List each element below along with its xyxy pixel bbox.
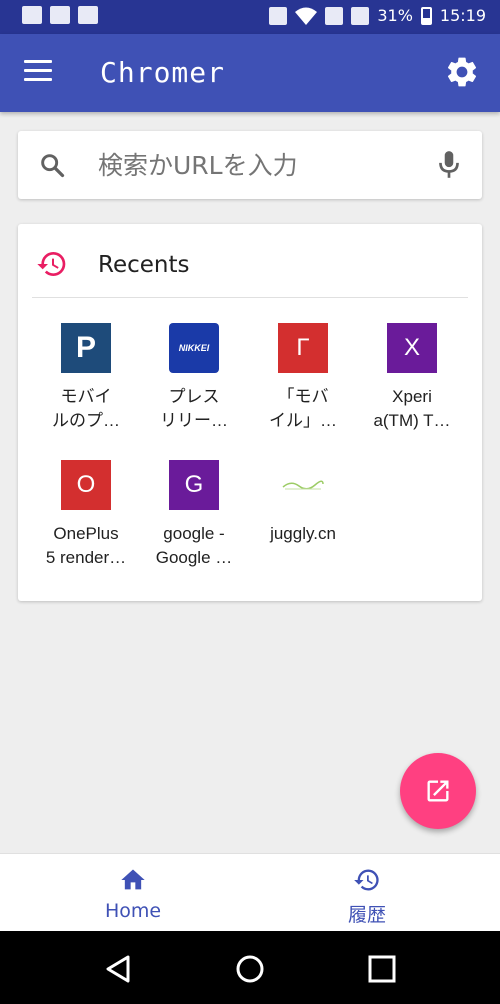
battery-icon bbox=[420, 6, 432, 25]
search-bar[interactable] bbox=[18, 131, 482, 199]
site-favicon-gamma-icon: Γ bbox=[278, 323, 328, 373]
tile-label: モバイ ルのプ… bbox=[52, 387, 120, 430]
nav-home-label: Home bbox=[104, 900, 162, 922]
recent-tile-oneplus[interactable]: O OnePlus 5 render… bbox=[32, 460, 140, 570]
tile-label: juggly.cn bbox=[270, 524, 336, 543]
recents-card: Recents P モバイ ルのプ… NIKKEI プレス リリー… Γ 「モバ… bbox=[18, 224, 482, 601]
back-icon[interactable] bbox=[98, 949, 138, 989]
nikkei-favicon-icon: NIKKEI bbox=[169, 323, 219, 373]
divider bbox=[32, 297, 468, 298]
juggly-favicon-icon bbox=[278, 460, 328, 510]
nav-history[interactable]: 履歴 bbox=[242, 854, 492, 932]
recent-tile-mobile-quote[interactable]: Γ 「モバ イル」… bbox=[249, 323, 357, 433]
site-favicon-g-icon: G bbox=[169, 460, 219, 510]
status-bar: 31% 15:19 bbox=[0, 0, 500, 34]
system-navigation-bar bbox=[0, 931, 500, 1004]
bottom-navigation: Home 履歴 bbox=[0, 853, 500, 932]
clock: 15:19 bbox=[439, 6, 486, 25]
tile-label: プレス リリー… bbox=[160, 387, 228, 430]
signal-icon-2 bbox=[351, 6, 370, 25]
search-input[interactable] bbox=[98, 149, 418, 181]
system-status: 31% 15:19 bbox=[269, 6, 486, 25]
message-notification-icon bbox=[78, 6, 98, 24]
nfc-icon bbox=[269, 6, 288, 25]
tile-label: Xperi a(TM) T… bbox=[373, 387, 451, 430]
gallery-notification-icon bbox=[22, 6, 42, 24]
nav-history-label: 履歴 bbox=[347, 904, 386, 926]
tile-label: OnePlus 5 render… bbox=[45, 524, 127, 567]
site-favicon-x-icon: X bbox=[387, 323, 437, 373]
app-title: Chromer bbox=[100, 56, 226, 89]
menu-icon[interactable] bbox=[24, 60, 52, 86]
history-icon bbox=[37, 252, 66, 276]
settings-gear-icon[interactable] bbox=[444, 54, 480, 90]
juggly-logo-icon bbox=[282, 480, 324, 490]
signal-icon bbox=[325, 6, 344, 25]
open-in-new-icon bbox=[427, 780, 449, 802]
nav-home[interactable]: Home bbox=[8, 854, 258, 932]
recent-tile-juggly[interactable]: juggly.cn bbox=[249, 460, 357, 546]
site-favicon-o-icon: O bbox=[61, 460, 111, 510]
recent-tile-xperia[interactable]: X Xperi a(TM) T… bbox=[358, 323, 466, 433]
history-icon bbox=[354, 869, 379, 891]
site-favicon-p-icon: P bbox=[61, 323, 111, 373]
recent-apps-icon[interactable] bbox=[362, 949, 402, 989]
home-circle-icon[interactable] bbox=[230, 949, 270, 989]
search-icon bbox=[41, 154, 65, 178]
recents-title: Recents bbox=[98, 252, 190, 278]
mail-notification-icon bbox=[50, 6, 70, 24]
microphone-icon[interactable] bbox=[436, 149, 462, 181]
notification-icons bbox=[22, 6, 98, 24]
tile-label: 「モバ イル」… bbox=[269, 387, 337, 430]
battery-percent: 31% bbox=[377, 6, 413, 25]
recent-tile-google[interactable]: G google - Google … bbox=[140, 460, 248, 570]
recent-tile-mobile-press[interactable]: P モバイ ルのプ… bbox=[32, 323, 140, 433]
home-icon bbox=[121, 869, 145, 890]
tile-label: google - Google … bbox=[155, 524, 233, 567]
recent-tile-press-release[interactable]: NIKKEI プレス リリー… bbox=[140, 323, 248, 433]
app-bar: Chromer bbox=[0, 34, 500, 112]
open-link-fab[interactable] bbox=[400, 753, 476, 829]
wifi-icon bbox=[295, 7, 318, 25]
